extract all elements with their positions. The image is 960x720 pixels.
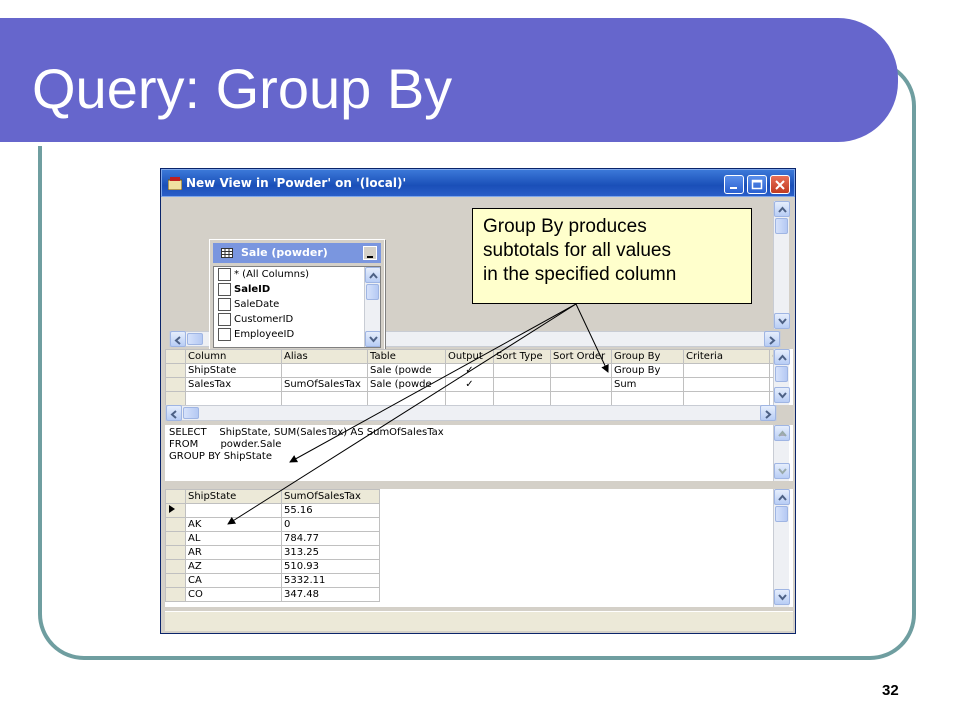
- arrow-to-sql-group-by: [289, 303, 577, 463]
- arrow-to-group-by-cell: [575, 303, 609, 373]
- arrow-to-results: [227, 303, 577, 525]
- callout-arrows: [227, 303, 609, 525]
